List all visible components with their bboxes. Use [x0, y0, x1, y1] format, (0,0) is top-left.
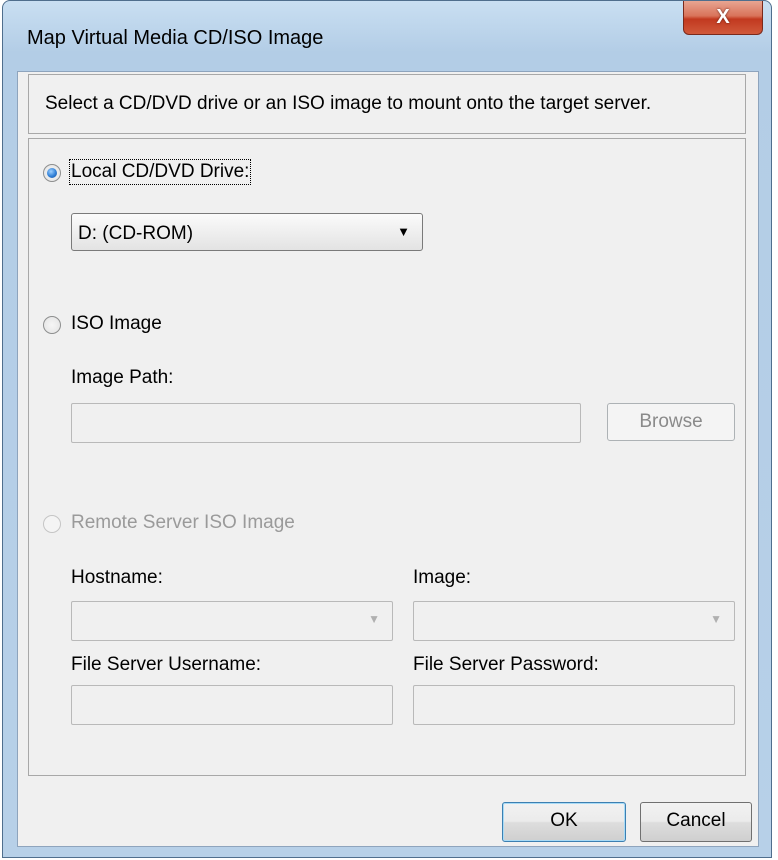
image-path-input[interactable]	[71, 403, 581, 443]
local-drive-label[interactable]: Local CD/DVD Drive:	[68, 159, 252, 185]
ok-button[interactable]: OK	[502, 802, 626, 842]
close-icon[interactable]: X	[683, 1, 763, 35]
image-label: Image:	[413, 567, 472, 588]
username-label: File Server Username:	[71, 654, 262, 675]
username-input[interactable]	[71, 685, 393, 725]
description-panel: Select a CD/DVD drive or an ISO image to…	[28, 74, 746, 134]
password-label: File Server Password:	[413, 654, 599, 675]
description-text: Select a CD/DVD drive or an ISO image to…	[45, 93, 652, 114]
password-input[interactable]	[413, 685, 735, 725]
hostname-label: Hostname:	[71, 567, 163, 588]
window-title: Map Virtual Media CD/ISO Image	[27, 27, 324, 49]
combo-arrow-icon: ▼	[710, 612, 722, 626]
hostname-combo[interactable]: ▼	[71, 601, 393, 641]
remote-iso-label: Remote Server ISO Image	[71, 512, 295, 533]
iso-image-radio[interactable]	[43, 316, 61, 334]
image-path-label: Image Path:	[71, 367, 174, 388]
dialog-content: Select a CD/DVD drive or an ISO image to…	[17, 71, 759, 847]
browse-button[interactable]: Browse	[607, 403, 735, 441]
drive-select-value: D: (CD-ROM)	[78, 223, 194, 244]
source-options-panel: Local CD/DVD Drive: D: (CD-ROM) ▼ ISO Im…	[28, 138, 746, 776]
dropdown-arrow-icon: ▼	[397, 224, 410, 239]
drive-select[interactable]: D: (CD-ROM) ▼	[71, 213, 423, 251]
dialog-window: Map Virtual Media CD/ISO Image X Select …	[2, 0, 772, 858]
title-bar[interactable]: Map Virtual Media CD/ISO Image X	[3, 1, 771, 71]
local-drive-radio[interactable]	[43, 164, 61, 182]
image-combo[interactable]: ▼	[413, 601, 735, 641]
combo-arrow-icon: ▼	[368, 612, 380, 626]
cancel-button[interactable]: Cancel	[640, 802, 752, 842]
remote-iso-radio[interactable]	[43, 515, 61, 533]
iso-image-label[interactable]: ISO Image	[71, 313, 162, 335]
